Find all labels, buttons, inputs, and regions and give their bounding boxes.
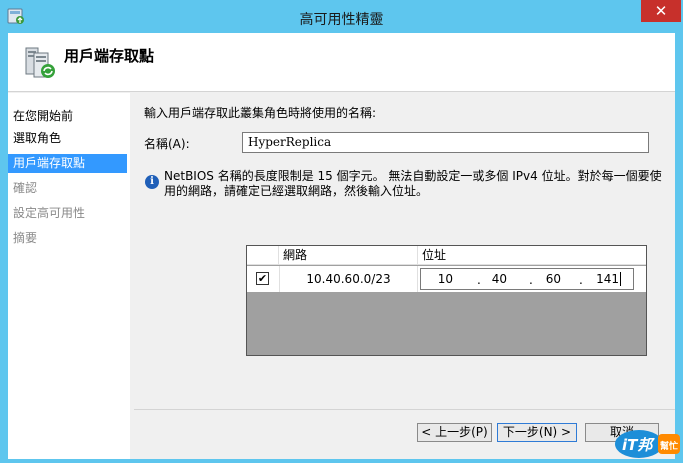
title-bar[interactable]: 高可用性精靈 ✕ <box>0 0 683 33</box>
name-label: 名稱(A): <box>144 137 190 151</box>
table-row: ✔ 10.40.60.0/23 10 . 40 . 60 . 141 <box>247 266 646 292</box>
wizard-client-area: 用戶端存取點 在您開始前 選取角色 用戶端存取點 確認 設定高可用性 摘要 輸入… <box>8 33 675 459</box>
cluster-server-icon <box>25 47 55 78</box>
sidebar-item-summary: 摘要 <box>13 231 38 245</box>
window-title: 高可用性精靈 <box>299 12 384 28</box>
ip-octet-3[interactable]: 60 <box>535 269 561 289</box>
ip-octet-2[interactable]: 40 <box>481 269 507 289</box>
ip-address-input[interactable]: 10 . 40 . 60 . 141 <box>420 268 634 290</box>
grid-header-check <box>247 246 279 265</box>
text-cursor <box>620 272 621 286</box>
close-button[interactable]: ✕ <box>641 0 681 22</box>
next-button[interactable]: 下一步(N) > <box>497 423 577 442</box>
sidebar-item-client-access-point[interactable]: 用戶端存取點 <box>8 154 127 173</box>
wizard-steps-sidebar: 在您開始前 選取角色 用戶端存取點 確認 設定高可用性 摘要 <box>8 93 130 459</box>
svg-text:iT邦: iT邦 <box>622 436 655 454</box>
ip-octet-1[interactable]: 10 <box>427 269 453 289</box>
page-title: 用戶端存取點 <box>64 47 155 65</box>
sidebar-item-before-you-begin[interactable]: 在您開始前 <box>8 107 127 126</box>
svg-text:幫忙: 幫忙 <box>660 440 678 452</box>
wizard-header: 用戶端存取點 <box>8 33 675 92</box>
ithome-watermark-logo: iT邦 幫忙 <box>615 430 680 458</box>
wizard-content: 輸入用戶端存取此叢集角色時將使用的名稱: 名稱(A): HyperReplica… <box>134 93 675 459</box>
sidebar-item-configure-high-availability: 設定高可用性 <box>13 206 86 220</box>
grid-header: 網路 位址 <box>247 246 646 265</box>
sidebar-item-select-role[interactable]: 選取角色 <box>8 129 127 148</box>
ip-octet-4[interactable]: 141 <box>589 269 619 289</box>
ip-dot-3: . <box>579 273 583 287</box>
network-checkbox[interactable]: ✔ <box>256 272 269 285</box>
wizard-window: 高可用性精靈 ✕ 用戶端存取點 在您開始前 選取角色 用戶端存取點 確認 設定高… <box>0 0 683 463</box>
checkmark-icon: ✔ <box>257 272 268 285</box>
grid-header-address[interactable]: 位址 <box>418 246 638 265</box>
sidebar-item-confirmation: 確認 <box>13 181 38 195</box>
instruction-text: 輸入用戶端存取此叢集角色時將使用的名稱: <box>144 106 377 120</box>
network-address-grid: 網路 位址 ✔ 10.40.60.0/23 10 . 40 . 60 . 141 <box>246 245 647 356</box>
grid-header-network[interactable]: 網路 <box>279 246 418 265</box>
info-message: NetBIOS 名稱的長度限制是 15 個字元。 無法自動設定一或多個 IPv4… <box>164 169 662 198</box>
close-icon: ✕ <box>654 2 668 20</box>
footer-divider <box>134 409 675 410</box>
back-button[interactable]: < 上一步(P) <box>417 423 492 442</box>
ip-dot-2: . <box>529 273 533 287</box>
network-cell: 10.40.60.0/23 <box>279 266 418 292</box>
info-icon: i <box>145 175 159 189</box>
name-input[interactable]: HyperReplica <box>242 132 649 153</box>
